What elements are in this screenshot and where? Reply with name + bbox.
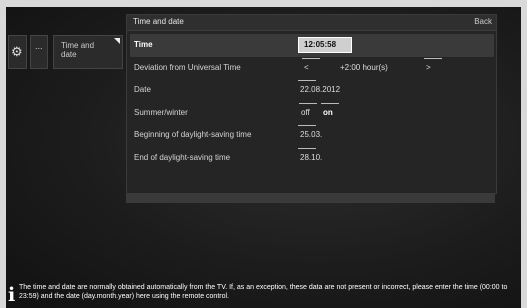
off-option[interactable]: off (299, 102, 317, 117)
row-label: Beginning of daylight-saving time (134, 130, 252, 139)
breadcrumb-settings[interactable]: ⚙ (8, 35, 27, 69)
frame-left (0, 0, 6, 308)
back-button[interactable]: Back (474, 17, 492, 26)
deviation-value: +2:00 hour(s) (340, 62, 388, 72)
row-deviation[interactable]: Deviation from Universal Time < +2:00 ho… (130, 57, 494, 80)
row-label: Summer/winter (134, 107, 188, 117)
panel-title: Time and date (133, 17, 184, 26)
time-value: 12:05:58 (304, 40, 337, 49)
row-label: Date (134, 85, 151, 94)
row-label: Time (134, 40, 153, 49)
panel-bottom-strip (126, 193, 495, 203)
next-arrow-button[interactable]: > (424, 57, 441, 72)
row-dst-begin[interactable]: Beginning of daylight-saving time 25.03. (130, 124, 494, 147)
time-date-panel: Time and date Back Time 12:05:58 Deviati… (126, 14, 497, 194)
time-input[interactable]: 12:05:58 (298, 37, 352, 53)
settings-list: Time 12:05:58 Deviation from Universal T… (130, 34, 494, 169)
frame-top (0, 0, 527, 7)
corner-marker-icon (114, 38, 120, 44)
row-label: End of daylight-saving time (134, 152, 231, 162)
breadcrumb-time-and-date[interactable]: Time and date (53, 35, 123, 69)
dst-begin-value[interactable]: 25.03. (297, 125, 322, 139)
gear-icon: ⚙ (11, 44, 23, 59)
info-text: The time and date are normally obtained … (19, 284, 508, 300)
row-date[interactable]: Date 22.08.2012 (130, 79, 494, 102)
row-time[interactable]: Time 12:05:58 (130, 34, 494, 57)
date-value[interactable]: 22.08.2012 (297, 80, 340, 94)
breadcrumb-ellipsis[interactable]: ... (30, 35, 48, 69)
row-summer-winter[interactable]: Summer/winter off on (130, 102, 494, 125)
panel-header: Time and date Back (127, 15, 496, 31)
breadcrumb-label: Time and date (61, 41, 95, 59)
on-option[interactable]: on (321, 102, 339, 117)
prev-arrow-button[interactable]: < (302, 57, 319, 72)
row-label: Deviation from Universal Time (134, 62, 241, 72)
ellipsis-label: ... (35, 41, 43, 51)
row-dst-end[interactable]: End of daylight-saving time 28.10. (130, 147, 494, 170)
info-icon: i (8, 284, 16, 306)
frame-right (521, 0, 527, 308)
dst-end-value[interactable]: 28.10. (297, 147, 322, 162)
